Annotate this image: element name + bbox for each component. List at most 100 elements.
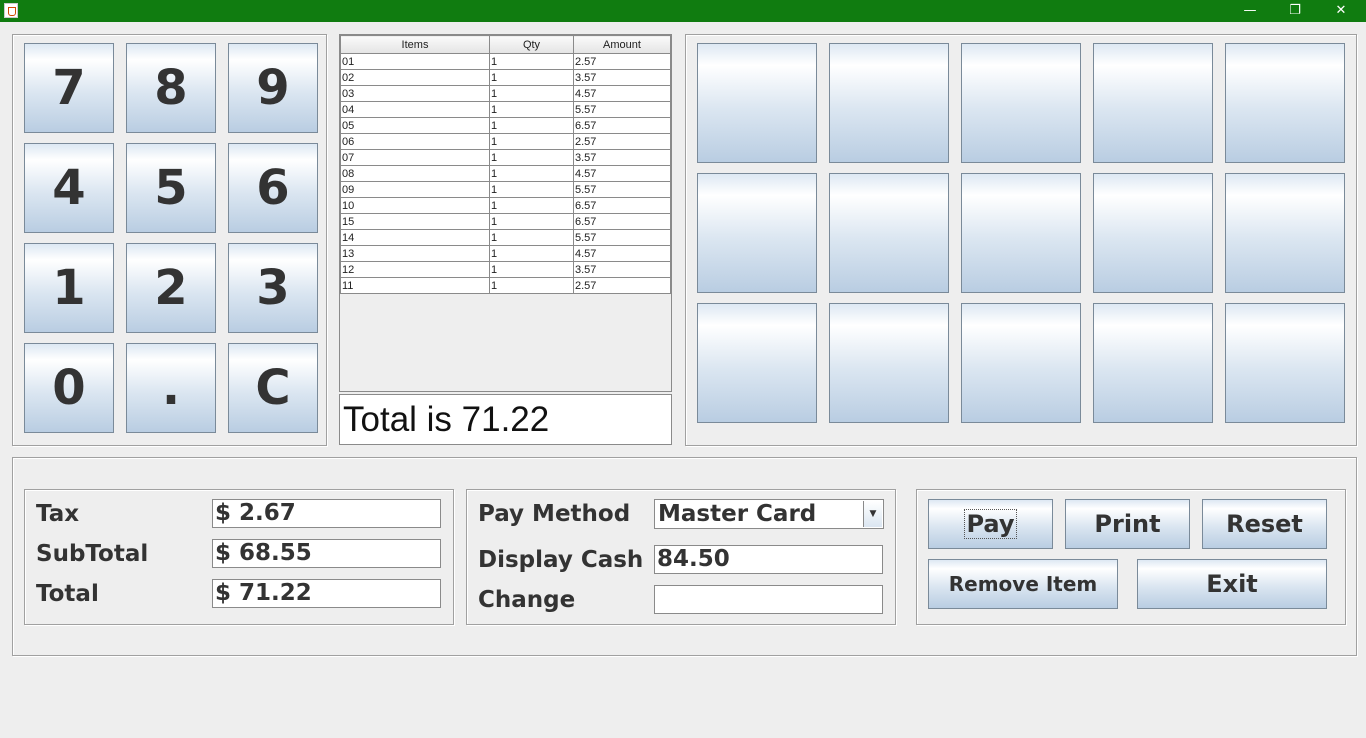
cell-qty: 1: [489, 181, 574, 198]
pay-method-select[interactable]: Master Card ▼: [654, 499, 884, 529]
change-label: Change: [478, 587, 576, 613]
cell-qty: 1: [489, 69, 574, 86]
keypad-key-dot[interactable]: .: [126, 343, 216, 433]
keypad-key-2[interactable]: 2: [126, 243, 216, 333]
product-button[interactable]: [961, 43, 1081, 163]
keypad-key-6[interactable]: 6: [228, 143, 318, 233]
restore-button[interactable]: ❐: [1272, 0, 1318, 22]
table-row[interactable]: 03 1 4.57: [340, 85, 671, 102]
cell-qty: 1: [489, 117, 574, 134]
keypad-key-9[interactable]: 9: [228, 43, 318, 133]
product-button[interactable]: [1093, 303, 1213, 423]
product-button[interactable]: [1225, 173, 1345, 293]
pay-method-value: Master Card: [658, 501, 817, 527]
table-row[interactable]: 14 1 5.57: [340, 229, 671, 246]
order-table-scrollpane[interactable]: Items Qty Amount 01 1 2.57 02 1 3.57 03 1 4.57 04…: [339, 34, 672, 392]
table-row[interactable]: 02 1 3.57: [340, 69, 671, 86]
close-button[interactable]: ✕: [1318, 0, 1364, 22]
minimize-button[interactable]: —: [1227, 0, 1273, 22]
cell-amount: 3.57: [573, 261, 671, 278]
cell-qty: 1: [489, 261, 574, 278]
cell-amount: 6.57: [573, 213, 671, 230]
cell-amount: 4.57: [573, 165, 671, 182]
keypad-key-8[interactable]: 8: [126, 43, 216, 133]
table-row[interactable]: 05 1 6.57: [340, 117, 671, 134]
keypad-key-4[interactable]: 4: [24, 143, 114, 233]
keypad-key-5[interactable]: 5: [126, 143, 216, 233]
table-row[interactable]: 06 1 2.57: [340, 133, 671, 150]
product-button[interactable]: [829, 43, 949, 163]
cell-qty: 1: [489, 85, 574, 102]
chevron-down-icon[interactable]: ▼: [863, 501, 882, 527]
total-display: Total is 71.22: [339, 394, 672, 445]
subtotal-field[interactable]: $ 68.55: [212, 539, 441, 568]
table-row[interactable]: 10 1 6.57: [340, 197, 671, 214]
table-row[interactable]: 08 1 4.57: [340, 165, 671, 182]
cell-amount: 2.57: [573, 277, 671, 294]
print-button[interactable]: Print: [1065, 499, 1190, 549]
cell-qty: 1: [489, 197, 574, 214]
cell-qty: 1: [489, 101, 574, 118]
exit-button[interactable]: Exit: [1137, 559, 1327, 609]
table-row[interactable]: 07 1 3.57: [340, 149, 671, 166]
cell-amount: 5.57: [573, 181, 671, 198]
pay-button-label: Pay: [964, 509, 1017, 539]
reset-button[interactable]: Reset: [1202, 499, 1327, 549]
cell-amount: 2.57: [573, 133, 671, 150]
cell-qty: 1: [489, 245, 574, 262]
product-button[interactable]: [1093, 173, 1213, 293]
keypad-key-7[interactable]: 7: [24, 43, 114, 133]
column-header-items[interactable]: Items: [340, 35, 490, 54]
product-button[interactable]: [829, 173, 949, 293]
cell-item: 02: [340, 69, 490, 86]
cell-amount: 3.57: [573, 149, 671, 166]
cell-amount: 4.57: [573, 85, 671, 102]
tax-field[interactable]: $ 2.67: [212, 499, 441, 528]
column-header-qty[interactable]: Qty: [489, 35, 574, 54]
product-button[interactable]: [697, 303, 817, 423]
cell-amount: 3.57: [573, 69, 671, 86]
pay-button[interactable]: Pay: [928, 499, 1053, 549]
table-row[interactable]: 13 1 4.57: [340, 245, 671, 262]
product-button[interactable]: [1093, 43, 1213, 163]
cell-item: 07: [340, 149, 490, 166]
cell-item: 11: [340, 277, 490, 294]
table-row[interactable]: 12 1 3.57: [340, 261, 671, 278]
tax-label: Tax: [36, 501, 80, 527]
total-field[interactable]: $ 71.22: [212, 579, 441, 608]
cell-item: 14: [340, 229, 490, 246]
cell-qty: 1: [489, 133, 574, 150]
cell-qty: 1: [489, 53, 574, 70]
total-label: Total: [36, 581, 99, 607]
product-button[interactable]: [961, 173, 1081, 293]
table-row[interactable]: 09 1 5.57: [340, 181, 671, 198]
product-button[interactable]: [697, 173, 817, 293]
cell-item: 01: [340, 53, 490, 70]
cell-item: 15: [340, 213, 490, 230]
title-bar: — ❐ ✕: [0, 0, 1366, 22]
keypad-key-1[interactable]: 1: [24, 243, 114, 333]
table-row[interactable]: 01 1 2.57: [340, 53, 671, 70]
cell-item: 04: [340, 101, 490, 118]
display-cash-field[interactable]: 84.50: [654, 545, 883, 574]
cell-item: 09: [340, 181, 490, 198]
product-button[interactable]: [1225, 43, 1345, 163]
keypad-key-0[interactable]: 0: [24, 343, 114, 433]
table-row[interactable]: 11 1 2.57: [340, 277, 671, 294]
table-row[interactable]: 15 1 6.57: [340, 213, 671, 230]
remove-item-button[interactable]: Remove Item: [928, 559, 1118, 609]
cell-amount: 2.57: [573, 53, 671, 70]
column-header-amount[interactable]: Amount: [573, 35, 671, 54]
product-button[interactable]: [697, 43, 817, 163]
cell-amount: 5.57: [573, 229, 671, 246]
cell-qty: 1: [489, 229, 574, 246]
product-button[interactable]: [1225, 303, 1345, 423]
table-row[interactable]: 04 1 5.57: [340, 101, 671, 118]
keypad-key-3[interactable]: 3: [228, 243, 318, 333]
keypad-key-c[interactable]: C: [228, 343, 318, 433]
product-button[interactable]: [829, 303, 949, 423]
cell-item: 05: [340, 117, 490, 134]
product-button[interactable]: [961, 303, 1081, 423]
cell-amount: 5.57: [573, 101, 671, 118]
change-field[interactable]: [654, 585, 883, 614]
